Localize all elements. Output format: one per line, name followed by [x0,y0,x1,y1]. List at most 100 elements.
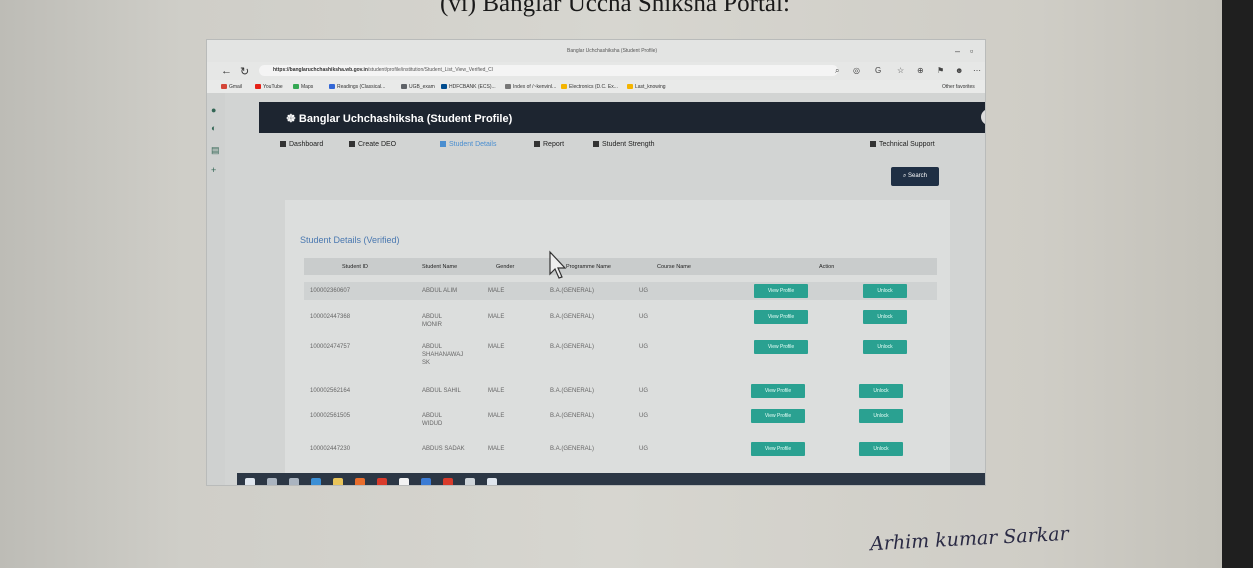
monitor-screen: Banglar Uchchashiksha (Student Profile) … [207,40,985,485]
unlock-button[interactable]: Unlock [859,409,903,423]
bookmark-icon [221,84,227,90]
other-bookmarks[interactable]: Other favorites [942,84,975,90]
view-profile-button[interactable]: View Profile [754,340,808,354]
unlock-button[interactable]: Unlock [859,384,903,398]
zoom-icon[interactable]: ⌕ [835,66,839,76]
edge-icon[interactable] [311,478,321,485]
unlock-button[interactable]: Unlock [863,340,907,354]
bookmark-label: Gmail [229,84,243,90]
column-header: Student Name [422,264,458,270]
bookmark-item[interactable]: HDFCBANK (ECS)... [441,84,496,90]
column-header: Gender [496,264,515,270]
profile-icon[interactable]: ☻ [955,66,963,75]
menu-item-label: Student Strength [602,141,655,148]
taskbar [237,473,985,485]
address-bar[interactable]: https://banglaruchchashiksha.wb.gov.in/s… [259,65,838,76]
cell-name: ABDUL ALIM [422,288,458,294]
extension-icon[interactable]: G [875,66,881,75]
favorite-icon[interactable]: ☆ [897,66,904,75]
column-header: Action [819,264,835,270]
bookmark-icon [441,84,447,90]
menu-item-technical-support[interactable]: Technical Support [870,141,935,148]
cell-gender: MALE [488,288,505,294]
cell-name: ABDUL SHAHANAWAJ SK [422,344,464,366]
menu-icon[interactable]: ⋯ [973,66,981,75]
app-brand[interactable]: ☸ Banglar Uchchashiksha (Student Profile… [286,112,512,125]
cell-gender: MALE [488,446,505,452]
bookmark-label: UGB_exam [409,84,435,90]
search-label: Search [908,173,928,179]
avatar[interactable] [981,109,985,125]
monitor-bezel [1222,0,1253,568]
table-row: 100002360607 ABDUL ALIM MALE B.A.(GENERAL) U… [304,282,937,300]
maximize-icon[interactable]: ▫ [970,46,973,56]
settings-icon[interactable] [487,478,497,485]
reload-icon[interactable]: ↻ [240,65,249,78]
window-titlebar: Banglar Uchchashiksha (Student Profile) … [207,40,985,62]
menu-item-student-strength[interactable]: Student Strength [593,141,655,148]
extension-icon[interactable]: ◎ [853,66,860,75]
bookmark-icon [293,84,299,90]
menu-item-report[interactable]: Report [534,141,564,148]
view-profile-button[interactable]: View Profile [751,442,805,456]
extension-icon[interactable]: ⚑ [937,66,944,75]
bookmark-item[interactable]: Maps [293,84,313,90]
edge-icon[interactable]: ● [211,105,216,115]
cell-id: 100002562164 [310,388,351,394]
user-icon [534,141,540,147]
app-brand-text: Banglar Uchchashiksha (Student Profile) [298,113,513,125]
bookmark-label: Readings (Classical... [337,84,386,90]
task-view-icon[interactable] [289,478,299,485]
column-header: Student ID [342,264,368,270]
collections-icon[interactable]: ⊕ [917,66,924,75]
search-button[interactable]: ⌕ Search [891,167,939,186]
cell-course: UG [639,288,648,294]
view-profile-button[interactable]: View Profile [754,310,808,324]
bookmark-item[interactable]: YouTube [255,84,283,90]
bookmark-label: HDFCBANK (ECS)... [449,84,496,90]
bookmark-icon [627,84,633,90]
bookmark-item[interactable]: Index of /~kenvinl... [505,84,556,90]
cell-gender: MALE [488,344,505,350]
bookmark-item[interactable]: Readings (Classical... [329,84,385,90]
extension-icon[interactable]: ◐ [211,123,216,133]
view-profile-button[interactable]: View Profile [751,384,805,398]
cell-id: 100002360607 [310,288,351,294]
chrome-icon[interactable] [377,478,387,485]
bookmark-item[interactable]: UGB_exam [401,84,435,90]
unlock-button[interactable]: Unlock [863,310,907,324]
menu-item-create-deo[interactable]: Create DEO [349,141,396,148]
cell-id: 100002561505 [310,413,351,419]
table-row: 100002561505 ABDUL WIDUD MALE B.A.(GENERAL)… [304,407,937,431]
camera-icon[interactable] [465,478,475,485]
table-header: Student ID Student Name Gender Programme… [304,258,937,275]
main-menu: Dashboard Create DEO Student Details Rep… [259,133,985,155]
bookmark-icon [561,84,567,90]
search-icon[interactable] [267,478,277,485]
firefox-icon[interactable] [355,478,365,485]
chrome-icon[interactable] [399,478,409,485]
minimize-icon[interactable]: – [955,46,960,56]
windows-icon[interactable] [245,478,255,485]
bookmark-item[interactable]: Gmail [221,84,242,90]
view-profile-button[interactable]: View Profile [754,284,808,298]
menu-item-dashboard[interactable]: Dashboard [280,141,323,148]
store-icon[interactable] [421,478,431,485]
pdf-icon[interactable] [443,478,453,485]
bookmark-item[interactable]: Last_knowing [627,84,666,90]
cell-programme: B.A.(GENERAL) [550,344,595,350]
bookmark-label: Electronics (D.C. Ex... [569,84,618,90]
url-path: /student/profile/institution/Student_Lis… [367,67,493,73]
bookmarks-bar: Gmail YouTube Maps Readings (Classical... UG… [207,80,985,93]
bookmark-item[interactable]: Electronics (D.C. Ex... [561,84,618,90]
explorer-icon[interactable] [333,478,343,485]
add-icon[interactable]: + [211,165,216,175]
chart-icon [593,141,599,147]
unlock-button[interactable]: Unlock [863,284,907,298]
view-profile-button[interactable]: View Profile [751,409,805,423]
table-row: 100002562164 ABDUL SAHIL MALE B.A.(GENERAL)… [304,382,937,400]
unlock-button[interactable]: Unlock [859,442,903,456]
tab-icon[interactable]: ▤ [211,145,220,156]
back-icon[interactable]: ← [221,65,232,77]
menu-item-student-details[interactable]: Student Details [440,141,496,148]
